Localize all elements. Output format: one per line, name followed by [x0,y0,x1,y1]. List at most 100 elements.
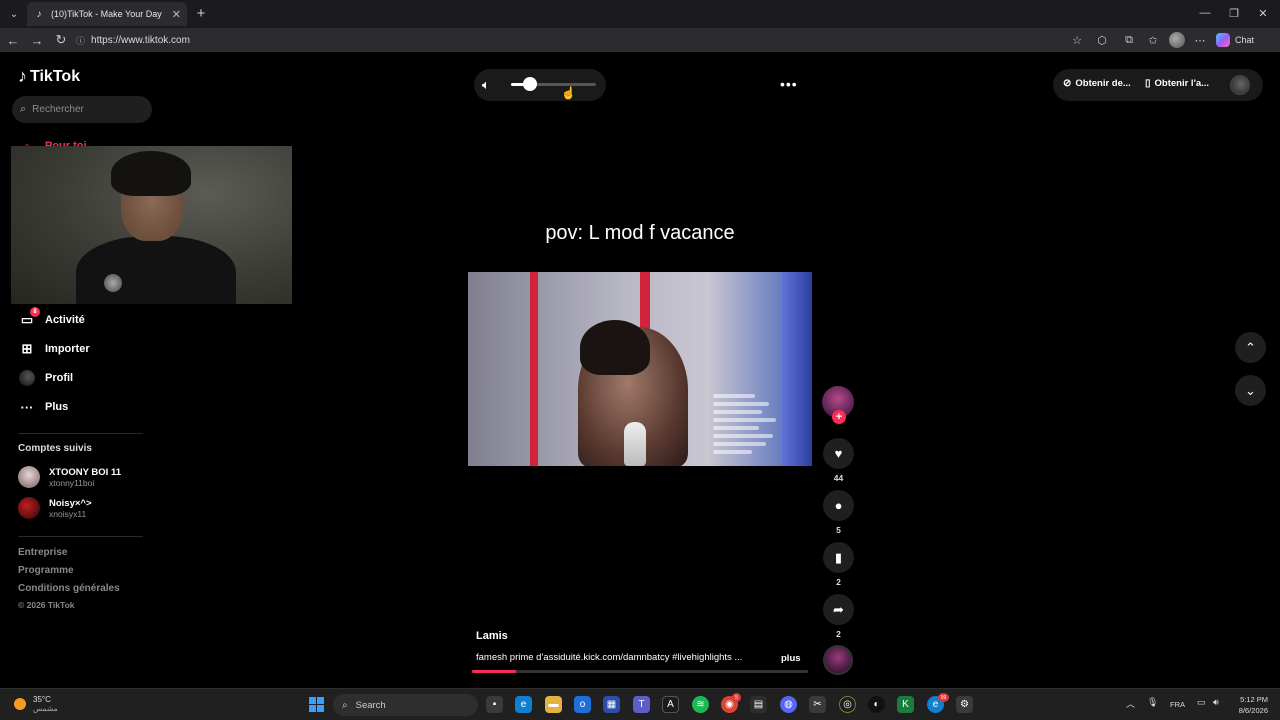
profile-avatar-icon[interactable] [1169,32,1185,48]
coin-icon: ⊘ [1063,78,1072,89]
windows-taskbar: 35°C مشمس ⌕ Search ▪ e ▬ o ▦ T A ≋ ◉ 5 ▤… [0,688,1280,720]
get-app-label: Obtenir l'a... [1154,78,1210,89]
search-input[interactable] [32,104,133,115]
discord-icon[interactable]: ◍ [780,696,797,713]
next-video-chevron-down-icon[interactable]: ⌄ [1235,375,1266,406]
divider [18,433,143,434]
share-count: 2 [836,629,841,639]
nav-more[interactable]: ··· Plus [18,397,69,417]
close-window-icon[interactable]: ✕ [1248,4,1278,22]
following-name: XTOONY BOI 11 [49,466,121,478]
footer-link-program[interactable]: Programme [18,565,74,576]
share-arrow-icon: ➦ [833,601,844,617]
site-info-icon[interactable]: ⓘ [76,34,85,47]
comment-button[interactable]: ● [823,490,854,521]
outlook-icon[interactable]: o [574,696,591,713]
back-arrow-icon[interactable]: ← [4,31,22,49]
phone-icon: ▯ [1145,78,1151,89]
file-explorer-icon[interactable]: ▬ [545,696,562,713]
taskbar-search[interactable]: ⌕ Search [333,694,478,716]
app-circle-icon[interactable]: ◎ [839,696,856,713]
video-more-options-icon[interactable]: ••• [780,76,798,92]
speaker-icon[interactable]: 🔈︎ [482,77,490,93]
footer-link-company[interactable]: Entreprise [18,547,67,558]
music-disc[interactable] [823,645,853,675]
close-tab-icon[interactable]: ✕ [172,8,181,21]
logo-text: TikTok [30,67,81,85]
tiktok-app: ♪ TikTok ⌕ ⌂ Pour toi ▭8 Activité ⊞ Impo… [0,52,1280,688]
profile-avatar-icon [18,369,36,387]
edge-icon[interactable]: e [515,696,532,713]
video-progress-bar[interactable] [472,670,808,673]
following-avatar [18,497,40,519]
extensions-icon[interactable]: ⬡ [1093,31,1111,49]
windows-start-icon[interactable] [309,697,324,712]
tiktok-logo[interactable]: ♪ TikTok [18,66,80,87]
following-title: Comptes suivis [18,443,92,454]
app-a-icon[interactable]: A [662,696,679,713]
favorite-star-icon[interactable]: ☆ [1068,31,1086,49]
refresh-icon[interactable]: ↻ [52,31,70,49]
description-more-button[interactable]: plus [781,653,801,664]
search-icon: ⌕ [20,103,27,115]
forward-arrow-icon[interactable]: → [28,31,46,49]
tray-chevron-icon[interactable]: ︿ [1126,697,1135,710]
microphone-tray-icon[interactable]: 🎙︎ [1147,697,1158,708]
maximize-icon[interactable]: ❐ [1219,4,1249,22]
volume-slider[interactable] [511,77,596,91]
following-item[interactable]: Noisy×^> xnoisyx11 [18,497,92,519]
like-button[interactable]: ♥ [823,438,854,469]
minimize-icon[interactable]: — [1190,4,1220,22]
video-player[interactable] [468,272,812,466]
nav-profile[interactable]: Profil [18,368,73,388]
sun-icon [14,698,26,710]
volume-knob[interactable] [522,77,537,91]
previous-video-chevron-up-icon[interactable]: ⌃ [1235,332,1266,363]
split-screen-icon[interactable]: ⧉ [1120,31,1138,49]
spotify-icon[interactable]: ≋ [692,696,709,713]
tab-list-chevron-icon[interactable]: ⌄ [4,4,24,24]
get-coins-button[interactable]: ⊘ Obtenir de... [1063,78,1131,89]
copilot-chat-button[interactable]: Chat [1216,31,1254,49]
following-item[interactable]: XTOONY BOI 11 xtonny11boi [18,466,121,488]
clock-time: 5:12 PM [1240,695,1268,704]
system-clock[interactable]: 5:12 PM 8/6/2026 [1228,694,1268,716]
language-indicator[interactable]: FRA [1170,700,1185,709]
snipping-tool-icon[interactable]: ✂ [809,696,826,713]
obs-icon[interactable]: ◐ [868,696,885,713]
user-avatar[interactable] [1230,75,1250,95]
teams-icon[interactable]: T [633,696,650,713]
calculator-icon[interactable]: ▤ [750,696,767,713]
weather-text: مشمس [33,704,58,713]
tab-title: (10)TikTok - Make Your Day [51,9,162,19]
browser-tab-tiktok[interactable]: ♪ (10)TikTok - Make Your Day ✕ [27,2,187,26]
following-handle: xtonny11boi [49,477,95,488]
activity-badge: 8 [30,307,40,317]
search-box[interactable]: ⌕ [12,96,152,123]
follow-plus-icon[interactable]: + [832,410,846,424]
task-view-icon[interactable]: ▪ [486,696,503,713]
url-field[interactable]: ⓘ https://www.tiktok.com [76,30,1096,50]
nav-upload[interactable]: ⊞ Importer [18,339,90,359]
get-app-button[interactable]: ▯ Obtenir l'a... [1145,78,1209,89]
settings-gear-icon[interactable]: ⚙ [956,696,973,713]
footer-link-terms[interactable]: Conditions générales [18,583,120,594]
divider [18,536,143,537]
network-icon[interactable]: ▭ [1197,697,1206,708]
volume-tray-icon[interactable]: 🔊︎ [1213,697,1219,708]
browser-tab-bar: ⌄ ♪ (10)TikTok - Make Your Day ✕ + — ❐ ✕ [0,0,1280,28]
store-icon[interactable]: ▦ [603,696,620,713]
share-button[interactable]: ➦ [823,594,854,625]
save-button[interactable]: ▮ [823,542,854,573]
weather-widget[interactable]: 35°C مشمس [14,695,58,713]
video-author[interactable]: Lamis [476,630,508,642]
nav-upload-label: Importer [45,343,90,355]
browser-menu-icon[interactable]: ⋯ [1191,31,1209,49]
new-tab-icon[interactable]: + [192,4,210,22]
search-icon: ⌕ [342,699,348,711]
kick-icon[interactable]: K [897,696,914,713]
favorites-icon[interactable]: ✩ [1144,31,1162,49]
nav-activity[interactable]: ▭ 8 Activité [18,307,85,330]
nav-more-label: Plus [45,401,69,413]
notification-badge: 99 [938,693,949,702]
